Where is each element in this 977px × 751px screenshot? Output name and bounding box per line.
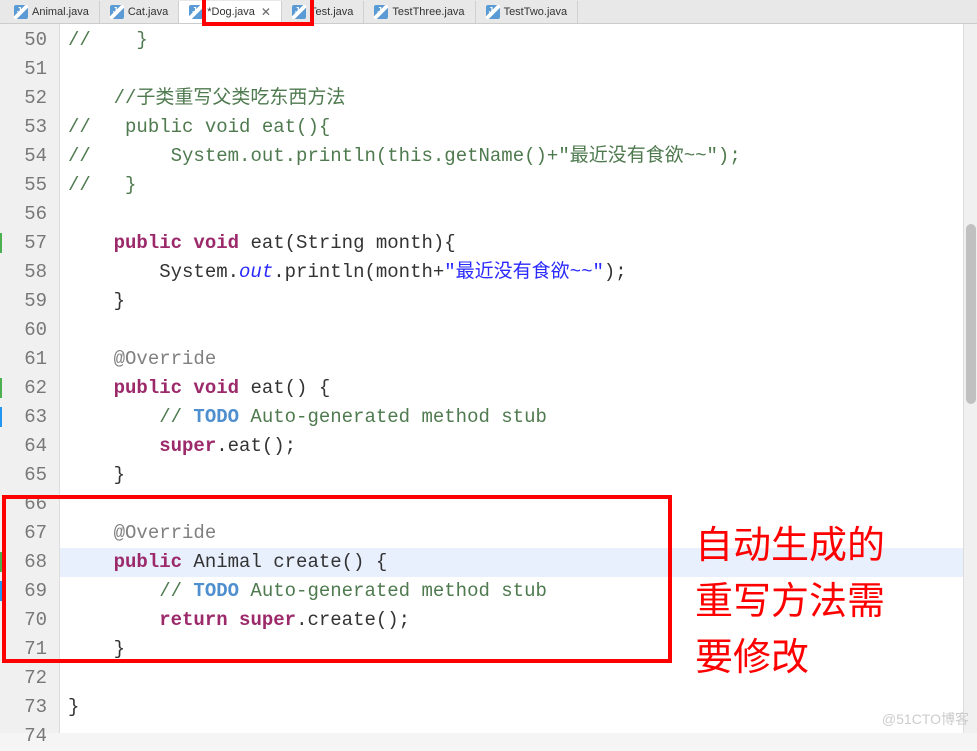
line-number: 67 — [0, 519, 47, 548]
line-number: 59 — [0, 287, 47, 316]
scrollbar-thumb[interactable] — [966, 224, 976, 404]
line-number: 55 — [0, 171, 47, 200]
line-number: 51 — [0, 55, 47, 84]
line-number: 65 — [0, 461, 47, 490]
line-number: 68 — [0, 548, 47, 577]
watermark: @51CTO博客 — [882, 709, 969, 729]
tab-label: TestTwo.java — [504, 6, 568, 18]
code-line — [68, 200, 977, 229]
tab-label: Test.java — [310, 6, 353, 18]
java-file-icon — [14, 5, 28, 19]
code-line: // public void eat(){ — [68, 113, 977, 142]
java-file-icon — [110, 5, 124, 19]
code-line: // System.out.println(this.getName()+"最近… — [68, 142, 977, 171]
code-line — [68, 55, 977, 84]
code-line: System.out.println(month+"最近没有食欲~~"); — [68, 258, 977, 287]
line-number: 62 — [0, 374, 47, 403]
gutter: 50 51 52 53 54 55 56 57 58 59 60 61 62 6… — [0, 24, 60, 733]
java-file-icon — [486, 5, 500, 19]
task-marker-icon — [0, 581, 2, 601]
tab-label: *Dog.java — [207, 6, 255, 18]
code-line: // TODO Auto-generated method stub — [68, 403, 977, 432]
code-line: //子类重写父类吃东西方法 — [68, 84, 977, 113]
code-line — [68, 316, 977, 345]
line-number: 64 — [0, 432, 47, 461]
line-number: 57 — [0, 229, 47, 258]
line-number: 72 — [0, 664, 47, 693]
code-line: } — [68, 461, 977, 490]
tab-testtwo[interactable]: TestTwo.java — [476, 1, 579, 23]
line-number: 52 — [0, 84, 47, 113]
override-marker-icon — [0, 552, 2, 572]
override-marker-icon — [0, 233, 2, 253]
tab-label: TestThree.java — [392, 6, 464, 18]
line-number: 50 — [0, 26, 47, 55]
tab-cat[interactable]: Cat.java — [100, 1, 179, 23]
code-line: } — [68, 693, 977, 722]
tab-testthree[interactable]: TestThree.java — [364, 1, 475, 23]
line-number: 66 — [0, 490, 47, 519]
code-line: // } — [68, 171, 977, 200]
line-number: 56 — [0, 200, 47, 229]
code-line — [68, 490, 977, 519]
line-number: 60 — [0, 316, 47, 345]
annotation-text: 自动生成的 重写方法需 要修改 — [695, 518, 885, 686]
line-number: 63 — [0, 403, 47, 432]
tab-bar: Animal.java Cat.java *Dog.java ✕ Test.jav… — [0, 0, 977, 24]
line-number: 70 — [0, 606, 47, 635]
line-number: 73 — [0, 693, 47, 722]
line-number: 58 — [0, 258, 47, 287]
line-number: 71 — [0, 635, 47, 664]
code-line: super.eat(); — [68, 432, 977, 461]
tab-animal[interactable]: Animal.java — [4, 1, 100, 23]
tab-test[interactable]: Test.java — [282, 1, 364, 23]
close-icon[interactable]: ✕ — [261, 5, 271, 19]
line-number: 69 — [0, 577, 47, 606]
scrollbar[interactable] — [963, 24, 977, 733]
code-line: public void eat() { — [68, 374, 977, 403]
code-line: @Override — [68, 345, 977, 374]
line-number: 74 — [0, 722, 47, 751]
code-line: } — [68, 287, 977, 316]
line-number: 54 — [0, 142, 47, 171]
code-line: public void eat(String month){ — [68, 229, 977, 258]
code-line: // } — [68, 26, 977, 55]
tab-label: Cat.java — [128, 6, 168, 18]
task-marker-icon — [0, 407, 2, 427]
java-file-icon — [292, 5, 306, 19]
tab-dog[interactable]: *Dog.java ✕ — [179, 1, 282, 23]
code-line — [68, 722, 977, 751]
tab-label: Animal.java — [32, 6, 89, 18]
line-number: 61 — [0, 345, 47, 374]
override-marker-icon — [0, 378, 2, 398]
java-file-icon — [189, 5, 203, 19]
line-number: 53 — [0, 113, 47, 142]
java-file-icon — [374, 5, 388, 19]
